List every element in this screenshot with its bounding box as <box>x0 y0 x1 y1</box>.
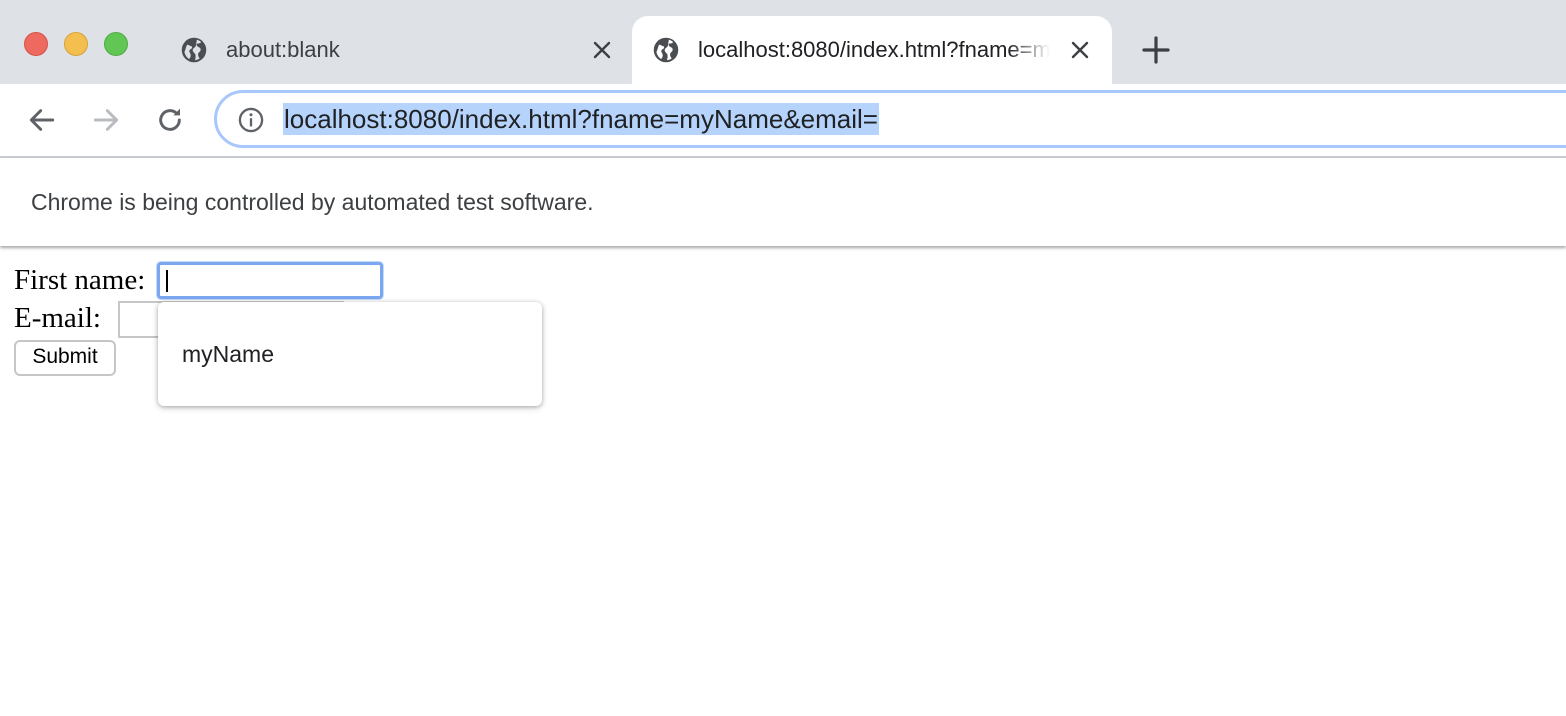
page-content: First name: E-mail: Submit myName <box>0 248 1566 716</box>
window-close-button[interactable] <box>24 32 48 56</box>
window-minimize-button[interactable] <box>64 32 88 56</box>
window-zoom-button[interactable] <box>104 32 128 56</box>
url-text[interactable]: localhost:8080/index.html?fname=myName&e… <box>283 103 879 135</box>
close-icon[interactable] <box>590 38 614 62</box>
arrow-right-icon[interactable] <box>90 104 122 136</box>
tab-about-blank[interactable]: about:blank <box>160 16 632 84</box>
arrow-left-icon[interactable] <box>26 104 58 136</box>
toolbar: localhost:8080/index.html?fname=myName&e… <box>0 84 1566 158</box>
close-icon[interactable] <box>1068 38 1092 62</box>
plus-icon[interactable] <box>1140 34 1172 66</box>
tab-strip: about:blank localhost:8080/index.html?fn… <box>0 0 1566 84</box>
email-label: E-mail: <box>14 302 101 334</box>
first-name-field[interactable] <box>157 262 383 299</box>
address-bar[interactable]: localhost:8080/index.html?fname=myName&e… <box>214 90 1566 148</box>
globe-icon <box>181 37 207 63</box>
infobar-message: Chrome is being controlled by automated … <box>31 189 594 215</box>
first-name-label: First name: <box>14 264 146 296</box>
tab-title: about:blank <box>226 37 340 62</box>
info-icon[interactable] <box>237 106 265 134</box>
submit-button[interactable]: Submit <box>14 340 116 376</box>
autofill-suggestion[interactable]: myName <box>182 338 274 370</box>
automation-infobar: Chrome is being controlled by automated … <box>0 158 1566 246</box>
tab-title: localhost:8080/index.html?fname=myName&e… <box>698 37 1050 62</box>
autofill-dropdown: myName <box>158 302 542 406</box>
globe-icon <box>653 37 679 63</box>
reload-icon[interactable] <box>154 104 186 136</box>
tab-localhost[interactable]: localhost:8080/index.html?fname=myName&e… <box>632 16 1112 84</box>
text-caret <box>166 270 168 292</box>
